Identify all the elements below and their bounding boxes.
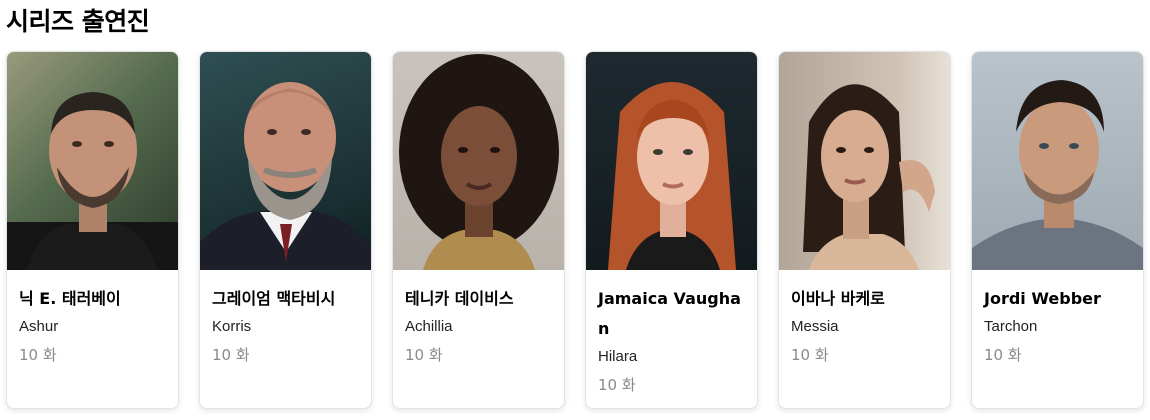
- person-portrait-icon: [200, 82, 371, 270]
- person-portrait-icon: [972, 80, 1143, 270]
- section-title: 시리즈 출연진: [6, 7, 150, 36]
- cast-card[interactable]: 닉 E. 태러베이 Ashur 10 화: [6, 51, 179, 409]
- episode-count: 10 화: [212, 346, 250, 364]
- cast-photo: [586, 52, 757, 270]
- actor-name: 테니카 데이비스: [405, 289, 514, 308]
- person-portrait-icon: [7, 92, 178, 270]
- cast-photo: [393, 52, 564, 270]
- actor-name: 그레이엄 맥타비시: [212, 289, 336, 308]
- cast-card[interactable]: 그레이엄 맥타비시 Korris 10 화: [199, 51, 372, 409]
- person-portrait-icon: [803, 84, 935, 270]
- character-name: Korris: [212, 318, 252, 335]
- cast-card[interactable]: 테니카 데이비스 Achillia 10 화: [392, 51, 565, 409]
- cast-card[interactable]: 이바나 바케로 Messia 10 화: [778, 51, 951, 409]
- cast-card[interactable]: Jamaica Vaughan Hilara 10 화: [585, 51, 758, 409]
- episode-count: 10 화: [984, 346, 1022, 364]
- series-cast-section: 시리즈 출연진 닉 E. 태러베이 Ashur 10 화 그레이엄 맥타비시 K…: [0, 0, 1150, 420]
- cast-photo: [7, 52, 178, 270]
- episode-count: 10 화: [19, 346, 57, 364]
- person-portrait-icon: [399, 54, 559, 270]
- cast-photo: [779, 52, 950, 270]
- actor-name: Jordi Webber: [984, 289, 1101, 308]
- episode-count: 10 화: [791, 346, 829, 364]
- character-name: Achillia: [405, 318, 453, 335]
- cast-photo: [200, 52, 371, 270]
- cast-card[interactable]: Jordi Webber Tarchon 10 화: [971, 51, 1144, 409]
- character-name: Tarchon: [984, 318, 1038, 335]
- character-name: Hilara: [598, 348, 638, 365]
- episode-count: 10 화: [405, 346, 443, 364]
- character-name: Messia: [791, 318, 839, 335]
- actor-name: 이바나 바케로: [791, 289, 885, 308]
- person-portrait-icon: [608, 82, 736, 270]
- cast-photo: [972, 52, 1143, 270]
- actor-name: Jamaica Vaughan: [598, 289, 741, 338]
- episode-count: 10 화: [598, 376, 636, 394]
- character-name: Ashur: [19, 318, 59, 335]
- cast-list: 닉 E. 태러베이 Ashur 10 화 그레이엄 맥타비시 Korris 10…: [6, 51, 1144, 409]
- actor-name: 닉 E. 태러베이: [19, 289, 121, 308]
